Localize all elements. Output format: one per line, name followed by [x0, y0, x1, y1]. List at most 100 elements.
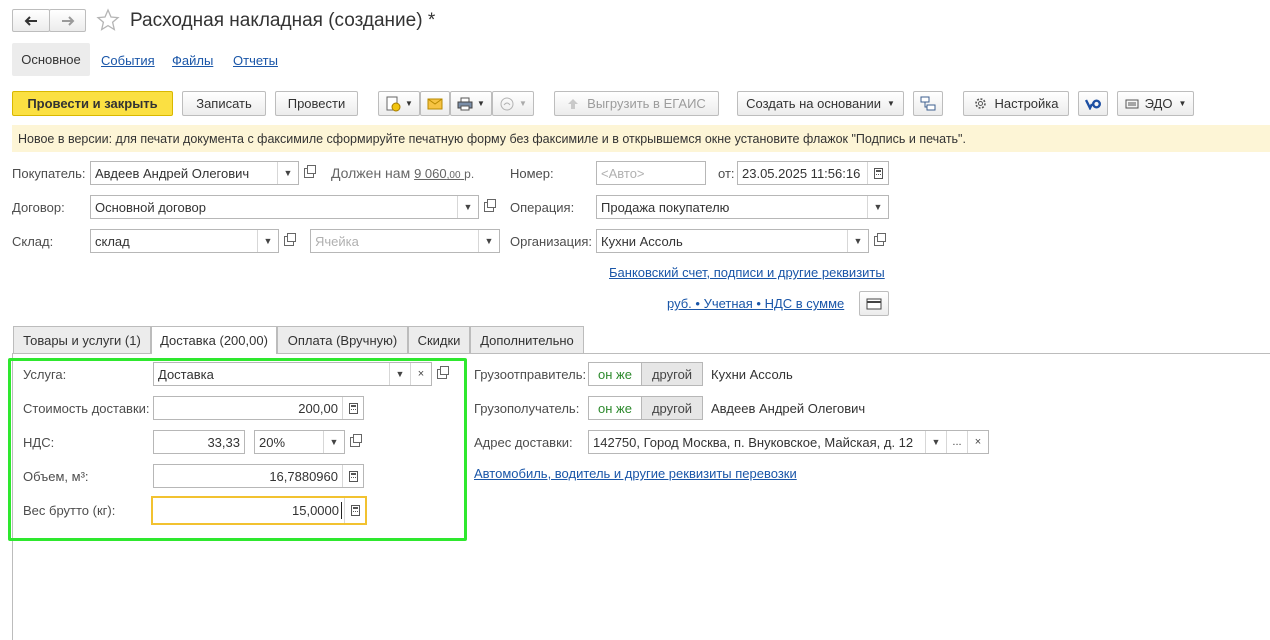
hierarchy-icon	[920, 96, 936, 110]
service-field[interactable]: Доставка ▼ ×	[153, 362, 432, 386]
chevron-down-icon: ▼	[1178, 99, 1187, 108]
chevron-down-icon[interactable]: ▼	[277, 162, 298, 184]
back-button[interactable]	[12, 9, 50, 32]
gear-icon	[974, 98, 986, 109]
tab-discounts[interactable]: Скидки	[408, 326, 470, 353]
warehouse-label: Склад:	[12, 234, 54, 249]
operation-label: Операция:	[510, 200, 575, 215]
date-field[interactable]: 23.05.2025 11:56:16	[737, 161, 889, 185]
shipper-other-option[interactable]: другой	[641, 363, 703, 385]
signature-menu-button[interactable]: ▼	[492, 91, 534, 116]
transport-details-link[interactable]: Автомобиль, водитель и другие реквизиты …	[474, 466, 797, 481]
create-based-on-label: Создать на основании	[746, 96, 881, 111]
price-settings-button[interactable]	[859, 291, 889, 316]
date-value: 23.05.2025 11:56:16	[742, 165, 861, 181]
print-menu-button[interactable]: ▼	[450, 91, 492, 116]
operation-field[interactable]: Продажа покупателю ▼	[596, 195, 889, 219]
chevron-down-icon[interactable]: ▼	[925, 431, 946, 453]
post-and-close-button[interactable]: Провести и закрыть	[12, 91, 173, 116]
post-button[interactable]: Провести	[275, 91, 358, 116]
attach-menu-button[interactable]: ▼	[378, 91, 420, 116]
calculator-icon[interactable]	[344, 498, 365, 523]
org-field[interactable]: Кухни Ассоль ▼	[596, 229, 869, 253]
shipper-toggle[interactable]: он же другой	[588, 362, 704, 386]
1c-connect-button[interactable]	[1078, 91, 1108, 116]
shipper-same-option[interactable]: он же	[589, 363, 642, 385]
contract-label: Договор:	[12, 200, 65, 215]
card-icon	[866, 298, 882, 309]
chevron-down-icon[interactable]: ▼	[389, 363, 410, 385]
tab-payment[interactable]: Оплата (Вручную)	[277, 326, 408, 353]
vat-rate-open-icon[interactable]	[345, 430, 365, 454]
chevron-down-icon[interactable]: ▼	[478, 230, 499, 252]
nav-tab-reports[interactable]: Отчеты	[233, 53, 278, 68]
chevron-down-icon[interactable]: ▼	[257, 230, 278, 252]
favorite-star-icon[interactable]	[96, 8, 120, 32]
tab-delivery[interactable]: Доставка (200,00)	[151, 326, 277, 354]
consignee-toggle[interactable]: он же другой	[588, 396, 704, 420]
envelope-icon	[427, 98, 443, 109]
buyer-field[interactable]: Авдеев Андрей Олегович ▼	[90, 161, 299, 185]
clear-icon[interactable]: ×	[410, 363, 431, 385]
chevron-down-icon[interactable]: ▼	[323, 431, 344, 453]
chevron-down-icon: ▼	[405, 99, 413, 108]
calculator-icon[interactable]	[342, 397, 363, 419]
volume-field[interactable]: 16,7880960	[153, 464, 364, 488]
cell-field[interactable]: Ячейка ▼	[310, 229, 500, 253]
warehouse-open-icon[interactable]	[279, 229, 299, 253]
service-value: Доставка	[158, 366, 214, 382]
clear-icon[interactable]: ×	[967, 431, 988, 453]
service-open-icon[interactable]	[432, 362, 452, 386]
window-title: Расходная накладная (создание) *	[130, 10, 436, 31]
forward-button[interactable]	[49, 9, 86, 32]
gross-weight-field[interactable]: 15,0000	[151, 496, 367, 525]
org-open-icon[interactable]	[869, 229, 889, 253]
number-field[interactable]: <Авто>	[596, 161, 706, 185]
chevron-down-icon[interactable]: ▼	[847, 230, 868, 252]
edo-label: ЭДО	[1144, 96, 1173, 111]
warehouse-value: склад	[95, 233, 130, 249]
contract-field[interactable]: Основной договор ▼	[90, 195, 479, 219]
arrow-left-icon	[24, 15, 37, 26]
nav-tab-files[interactable]: Файлы	[172, 53, 213, 68]
connect-logo-icon	[1085, 98, 1101, 110]
currency-settings-link[interactable]: руб. • Учетная • НДС в сумме	[667, 296, 844, 311]
consignee-same-option[interactable]: он же	[589, 397, 642, 419]
calculator-icon[interactable]	[342, 465, 363, 487]
structure-button[interactable]	[913, 91, 943, 116]
date-label: от:	[718, 166, 735, 181]
nav-tab-main[interactable]: Основное	[12, 43, 90, 76]
delivery-cost-field[interactable]: 200,00	[153, 396, 364, 420]
nav-tab-events[interactable]: События	[101, 53, 155, 68]
tab-goods-services[interactable]: Товары и услуги (1)	[13, 326, 151, 353]
edo-menu-button[interactable]: ЭДО ▼	[1117, 91, 1194, 116]
gross-weight-label: Вес брутто (кг):	[23, 503, 116, 518]
create-based-on-button[interactable]: Создать на основании ▼	[737, 91, 904, 116]
save-button[interactable]: Записать	[182, 91, 266, 116]
vat-rate-field[interactable]: 20% ▼	[254, 430, 345, 454]
version-notice-text: Новое в версии: для печати документа с ф…	[18, 131, 966, 146]
chevron-down-icon: ▼	[477, 99, 485, 108]
shipper-value: Кухни Ассоль	[711, 367, 793, 382]
contract-open-icon[interactable]	[479, 195, 499, 219]
owes-currency: р.	[464, 167, 475, 181]
tab-additional[interactable]: Дополнительно	[470, 326, 584, 353]
bank-details-link[interactable]: Банковский счет, подписи и другие реквиз…	[609, 265, 885, 280]
owes-amount-link[interactable]: 9 060,00	[414, 166, 464, 181]
buyer-open-icon[interactable]	[299, 161, 319, 185]
chevron-down-icon[interactable]: ▼	[867, 196, 888, 218]
consignee-other-option[interactable]: другой	[641, 397, 703, 419]
chevron-down-icon: ▼	[519, 99, 527, 108]
warehouse-field[interactable]: склад ▼	[90, 229, 279, 253]
vat-amount-field[interactable]: 33,33	[153, 430, 245, 454]
volume-value: 16,7880960	[269, 468, 338, 484]
delivery-address-value: 142750, Город Москва, п. Внуковское, Май…	[593, 434, 914, 450]
settings-button[interactable]: Настройка	[963, 91, 1069, 116]
delivery-address-field[interactable]: 142750, Город Москва, п. Внуковское, Май…	[588, 430, 989, 454]
egais-upload-button[interactable]: Выгрузить в ЕГАИС	[554, 91, 719, 116]
chevron-down-icon: ▼	[886, 99, 895, 108]
email-button[interactable]	[420, 91, 450, 116]
ellipsis-icon[interactable]: ...	[946, 431, 967, 453]
calendar-icon[interactable]	[867, 162, 888, 184]
chevron-down-icon[interactable]: ▼	[457, 196, 478, 218]
